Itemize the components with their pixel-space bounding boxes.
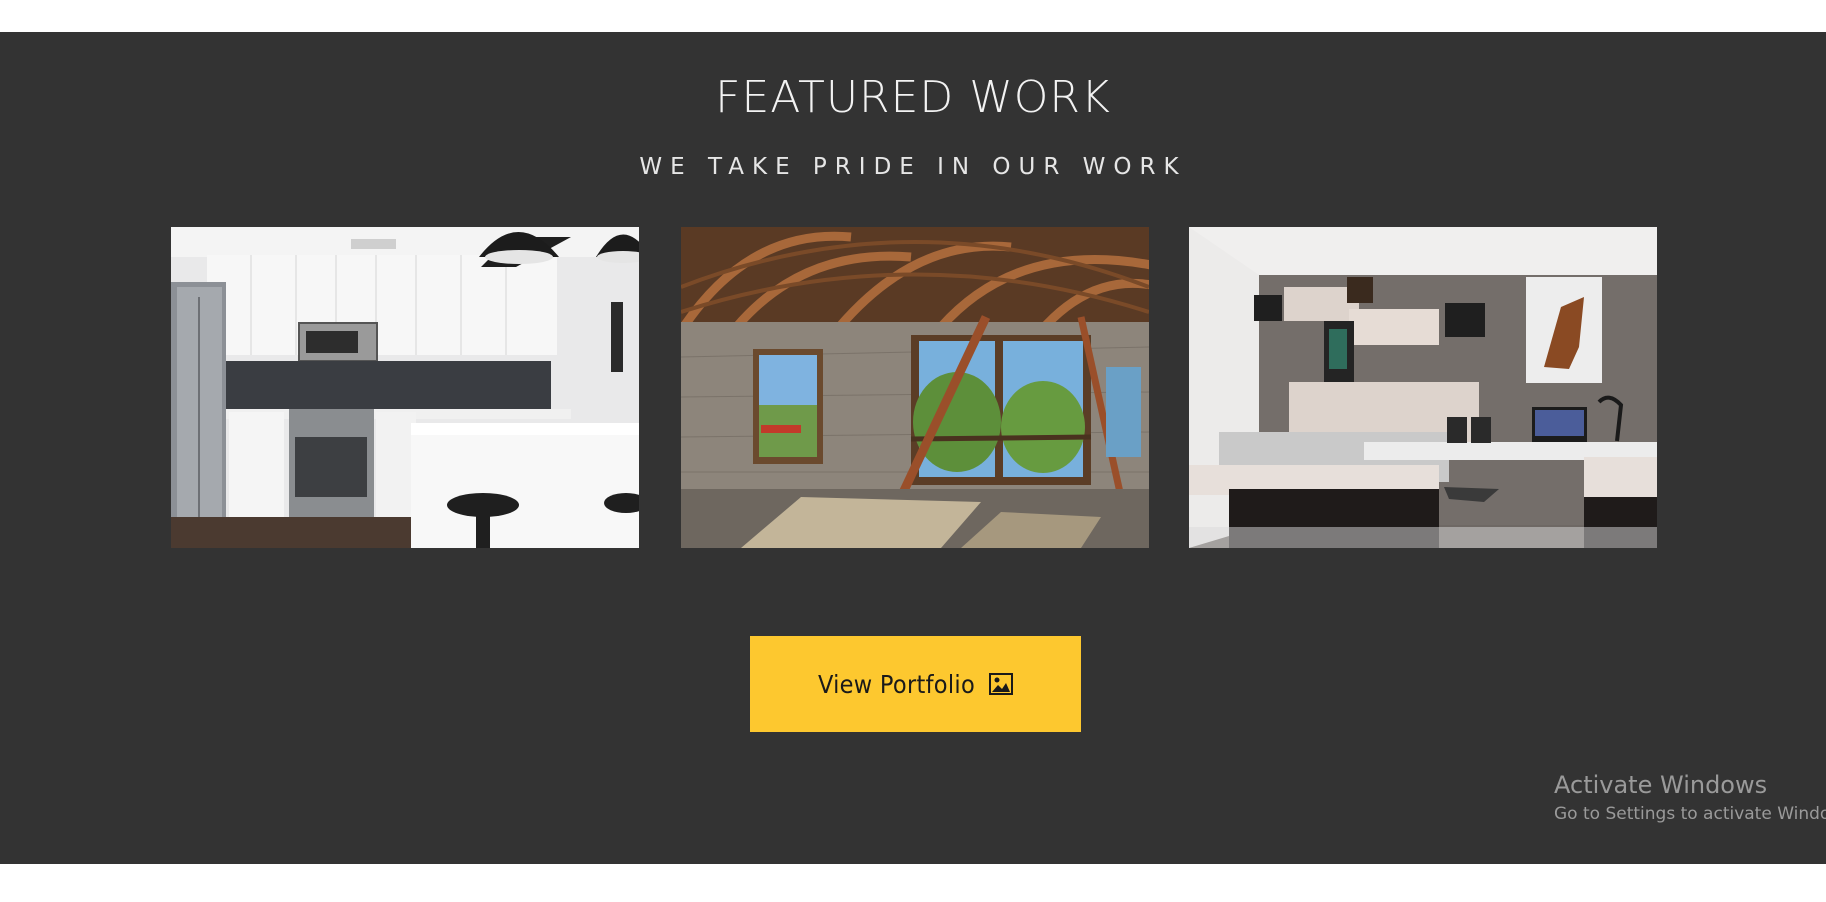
activate-windows-subtitle: Go to Settings to activate Windows. [1554, 804, 1826, 824]
gallery-item-attic[interactable] [681, 227, 1149, 548]
gallery-item-bedroom[interactable] [1189, 227, 1657, 548]
section-subtitle: WE TAKE PRIDE IN OUR WORK [639, 154, 1187, 180]
bottom-strip [0, 864, 1826, 902]
top-strip [0, 0, 1826, 32]
view-portfolio-label: View Portfolio [817, 669, 976, 699]
attic-image [681, 227, 1149, 548]
bedroom-image [1189, 227, 1657, 548]
section-title: FEATURED WORK [715, 72, 1111, 123]
image-icon [989, 673, 1014, 695]
kitchen-image [171, 227, 639, 548]
activate-windows-watermark: Activate Windows Go to Settings to activ… [1554, 770, 1826, 828]
view-portfolio-button[interactable]: View Portfolio [750, 636, 1081, 732]
gallery-item-kitchen[interactable] [171, 227, 639, 548]
activate-windows-title: Activate Windows [1554, 771, 1768, 799]
